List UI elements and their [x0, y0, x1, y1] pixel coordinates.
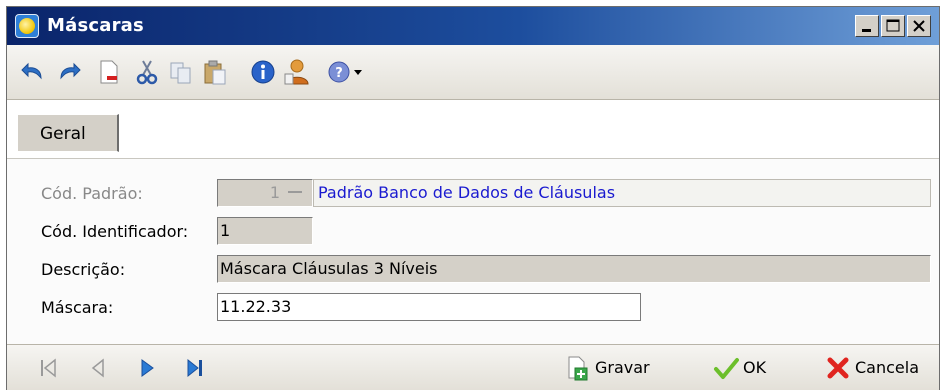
close-button[interactable] — [907, 15, 931, 37]
minimize-icon — [862, 29, 871, 32]
close-icon — [913, 20, 925, 32]
cod-padrao-description: Padrão Banco de Dados de Cláusulas — [313, 179, 931, 207]
cod-padrao-field: 1 — [217, 179, 313, 207]
cod-padrao-label: Cód. Padrão: — [41, 184, 143, 203]
maximize-button[interactable] — [881, 15, 905, 37]
copy-icon[interactable] — [167, 58, 195, 86]
window-title: Máscaras — [47, 15, 144, 36]
gravar-label: Gravar — [595, 358, 650, 377]
last-record-icon[interactable] — [183, 356, 207, 380]
tab-area: Geral Cód. Padrão: 1 Padrão Banco de Dad… — [7, 100, 939, 345]
navigation-bar: Gravar OK Cancela — [7, 344, 939, 390]
cod-identificador-field[interactable]: 1 — [217, 217, 313, 245]
new-document-icon[interactable] — [95, 58, 123, 86]
title-bar[interactable]: Máscaras — [7, 7, 939, 45]
undo-icon[interactable] — [19, 58, 47, 86]
dropdown-arrow-icon[interactable] — [349, 58, 377, 86]
cod-padrao-lookup-icon — [288, 191, 302, 193]
cod-identificador-label: Cód. Identificador: — [41, 222, 189, 241]
minimize-button[interactable] — [855, 15, 879, 37]
cancela-label: Cancela — [855, 358, 920, 377]
info-icon[interactable] — [249, 58, 277, 86]
checkmark-icon — [714, 358, 739, 379]
descricao-field[interactable]: Máscara Cláusulas 3 Níveis — [217, 255, 931, 283]
redo-icon[interactable] — [55, 58, 83, 86]
geral-panel: Cód. Padrão: 1 Padrão Banco de Dados de … — [7, 158, 939, 345]
svg-text:?: ? — [335, 66, 343, 81]
cut-icon[interactable] — [133, 58, 161, 86]
paste-icon[interactable] — [201, 58, 229, 86]
cancel-x-icon — [827, 357, 849, 379]
toolbar: ? — [7, 45, 939, 100]
save-icon — [568, 356, 588, 381]
descricao-label: Descrição: — [41, 260, 126, 279]
mascara-label: Máscara: — [41, 298, 114, 317]
tab-geral-label: Geral — [40, 124, 86, 144]
ok-label: OK — [743, 358, 767, 377]
user-icon[interactable] — [283, 58, 311, 86]
next-record-icon[interactable] — [135, 356, 159, 380]
tab-geral[interactable]: Geral — [17, 114, 119, 152]
maximize-icon — [886, 19, 900, 32]
first-record-icon[interactable] — [37, 356, 61, 380]
app-icon[interactable] — [15, 14, 39, 38]
previous-record-icon[interactable] — [87, 356, 111, 380]
mascaras-window: Máscaras ? Geral Cód. Padrão: 1 Padrão B… — [6, 6, 940, 390]
mascara-input[interactable]: 11.22.33 — [217, 293, 641, 321]
